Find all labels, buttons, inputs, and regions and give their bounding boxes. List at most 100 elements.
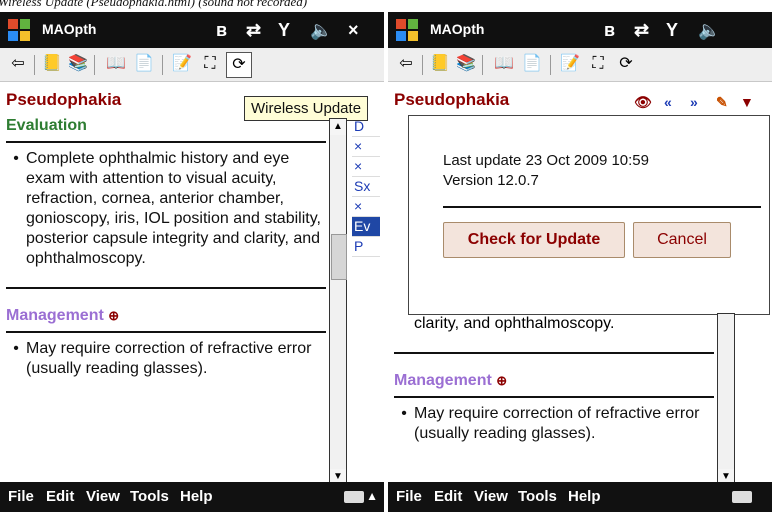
book-icon[interactable]: 📖 <box>104 52 128 76</box>
update-list-icon[interactable]: 📝 <box>558 52 582 76</box>
scroll-up-icon[interactable]: ▲ <box>330 119 346 135</box>
list-item: • Complete ophthalmic history and eye ex… <box>6 149 326 269</box>
notes-icon[interactable]: 📒 <box>40 52 64 76</box>
page-icon[interactable]: 📄 <box>132 52 156 76</box>
menu-tools[interactable]: Tools <box>518 488 557 505</box>
next-icon[interactable]: » <box>690 94 698 110</box>
menu-file[interactable]: File <box>396 488 422 505</box>
check-for-update-button[interactable]: Check for Update <box>443 222 625 258</box>
volume-icon: 🔈 <box>310 20 333 40</box>
fullscreen-icon[interactable]: ⛶ <box>198 52 222 76</box>
cancel-button[interactable]: Cancel <box>633 222 731 258</box>
eye-icon[interactable]: 👁 <box>634 94 652 111</box>
menu-bar: File Edit View Tools Help ▲ <box>0 482 384 512</box>
separator <box>94 55 95 75</box>
expand-icon[interactable]: ⊕ <box>108 308 119 323</box>
expand-icon[interactable]: ⊕ <box>496 373 507 388</box>
menu-help[interactable]: Help <box>180 488 213 505</box>
scrollbar[interactable]: ▲ ▼ <box>329 118 347 486</box>
title-bar: MAOpth ʙ ⇄ Y 🔈 <box>388 12 772 48</box>
content-text: clarity, and ophthalmoscopy. <box>414 315 615 332</box>
volume-icon: 🔈 <box>698 20 721 40</box>
app-title: MAOpth <box>430 21 485 37</box>
section-tabs: D × × Sx × Ev P <box>352 117 380 257</box>
scrollbar[interactable]: ▼ <box>717 313 735 486</box>
management-heading: Management ⊕ <box>6 307 120 324</box>
separator <box>162 55 163 75</box>
update-list-icon[interactable]: 📝 <box>170 52 194 76</box>
divider <box>6 287 326 289</box>
title-bar: MAOpth ʙ ⇄ Y 🔈 × <box>0 12 384 48</box>
screen-right: MAOpth ʙ ⇄ Y 🔈 ⇦ 📒 📚 📖 📄 📝 ⛶ ⟳ Pseudopha… <box>388 12 772 512</box>
management-text: May require correction of refractive err… <box>26 340 312 377</box>
menu-file[interactable]: File <box>8 488 34 505</box>
section-tab-active[interactable]: Ev <box>352 217 380 237</box>
divider <box>443 206 761 208</box>
divider <box>6 331 326 333</box>
keyboard-icon[interactable] <box>344 491 364 503</box>
separator <box>34 55 35 75</box>
menu-view[interactable]: View <box>474 488 508 505</box>
fullscreen-icon[interactable]: ⛶ <box>586 52 610 76</box>
menu-help[interactable]: Help <box>568 488 601 505</box>
sync-icon: ⇄ <box>634 20 650 40</box>
last-update-text: Last update 23 Oct 2009 10:59 <box>443 152 649 169</box>
list-item: • May require correction of refractive e… <box>6 339 326 379</box>
separator <box>482 55 483 75</box>
index-icon[interactable]: 📚 <box>454 52 478 76</box>
sync-icon: ⇄ <box>246 20 262 40</box>
page-caption: Wireless Update (Pseudophakia.html) (sou… <box>0 0 308 9</box>
section-tab[interactable]: D <box>352 117 380 137</box>
management-text: May require correction of refractive err… <box>414 405 700 442</box>
bullet-icon: • <box>401 405 407 422</box>
screen-left: MAOpth ʙ ⇄ Y 🔈 × ⇦ 📒 📚 📖 📄 📝 ⛶ ⟳ Pseudop… <box>0 12 384 512</box>
menu-tools[interactable]: Tools <box>130 488 169 505</box>
version-text: Version 12.0.7 <box>443 172 539 189</box>
content: clarity, and ophthalmoscopy. Management … <box>394 314 714 444</box>
wireless-update-icon[interactable]: ⟳ <box>226 52 252 78</box>
menu-view[interactable]: View <box>86 488 120 505</box>
bullet-icon: • <box>13 150 19 167</box>
separator <box>550 55 551 75</box>
section-tab[interactable]: P <box>352 237 380 257</box>
separator <box>422 55 423 75</box>
section-tab[interactable]: × <box>352 157 380 177</box>
book-icon[interactable]: 📖 <box>492 52 516 76</box>
prev-icon[interactable]: « <box>664 94 672 110</box>
toolbar: ⇦ 📒 📚 📖 📄 📝 ⛶ ⟳ <box>388 48 772 82</box>
list-item: • May require correction of refractive e… <box>394 404 714 444</box>
nav-icons: 👁 « » ✎ ▼ <box>388 94 772 116</box>
section-tab[interactable]: × <box>352 197 380 217</box>
keyboard-icon[interactable] <box>732 491 752 503</box>
pencil-icon[interactable]: ✎ <box>716 94 728 111</box>
page-icon[interactable]: 📄 <box>520 52 544 76</box>
menu-bar: File Edit View Tools Help <box>388 482 772 512</box>
windows-logo-icon[interactable] <box>6 17 32 43</box>
management-heading: Management ⊕ <box>394 372 508 389</box>
back-icon[interactable]: ⇦ <box>394 52 418 76</box>
menu-edit[interactable]: Edit <box>46 488 74 505</box>
scroll-thumb[interactable] <box>331 234 347 280</box>
windows-logo-icon[interactable] <box>394 17 420 43</box>
evaluation-text: Complete ophthalmic history and eye exam… <box>26 150 321 267</box>
app-title: MAOpth <box>42 21 97 37</box>
back-icon[interactable]: ⇦ <box>6 52 30 76</box>
section-tab[interactable]: × <box>352 137 380 157</box>
close-icon[interactable]: × <box>348 20 359 41</box>
dropdown-icon[interactable]: ▼ <box>740 94 754 110</box>
index-icon[interactable]: 📚 <box>66 52 90 76</box>
menu-edit[interactable]: Edit <box>434 488 462 505</box>
bluetooth-icon: ʙ <box>604 20 616 40</box>
update-dialog: Last update 23 Oct 2009 10:59 Version 12… <box>408 115 770 315</box>
divider <box>394 352 714 354</box>
bullet-icon: • <box>13 340 19 357</box>
signal-icon: Y <box>278 20 291 40</box>
evaluation-heading: Evaluation <box>6 117 87 134</box>
divider <box>394 396 714 398</box>
caret-up-icon[interactable]: ▲ <box>366 489 378 503</box>
wireless-update-icon[interactable]: ⟳ <box>614 52 638 76</box>
signal-icon: Y <box>666 20 679 40</box>
section-tab[interactable]: Sx <box>352 177 380 197</box>
notes-icon[interactable]: 📒 <box>428 52 452 76</box>
bluetooth-icon: ʙ <box>216 20 228 40</box>
